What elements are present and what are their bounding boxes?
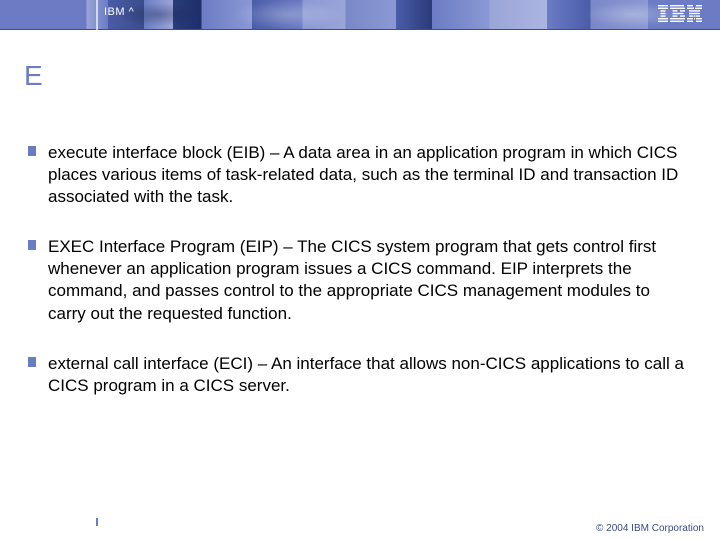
header-accent-line [96,0,98,30]
copyright-text: © 2004 IBM Corporation [596,523,704,534]
list-item: execute interface block (EIB) – A data a… [28,142,692,208]
list-item: external call interface (ECI) – An inter… [28,353,692,397]
header-band: IBM ^ [0,0,720,30]
header-brand-label: IBM ^ [104,6,134,18]
slide-title-letter: E [24,60,692,92]
bullet-list: execute interface block (EIB) – A data a… [22,142,692,397]
list-item: EXEC Interface Program (EIP) – The CICS … [28,236,692,324]
footer-accent-line [96,518,98,526]
ibm-logo-icon [658,5,702,23]
slide-content: E execute interface block (EIB) – A data… [0,38,720,510]
footer-band: © 2004 IBM Corporation [0,514,720,540]
